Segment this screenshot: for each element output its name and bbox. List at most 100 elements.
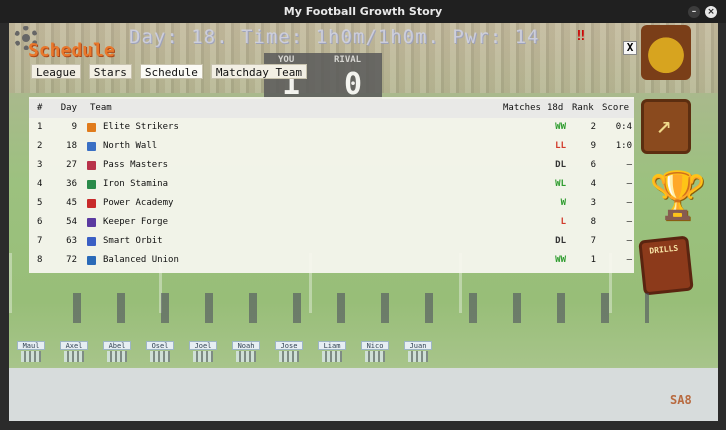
players-on-pitch	[59, 293, 649, 323]
table-row[interactable]: 8 72 Balanced Union WW 1 –	[29, 251, 634, 270]
row-day: 27	[66, 160, 77, 170]
squad-card[interactable]: Osel	[146, 341, 174, 363]
row-rank: 3	[590, 198, 596, 208]
card-stats-icon	[365, 351, 385, 362]
jersey-icon	[87, 199, 96, 208]
squad-card-name: Joel	[189, 341, 217, 350]
squad-card-name: Liam	[318, 341, 346, 350]
squad-card[interactable]: Joel	[189, 341, 217, 363]
window-title: My Football Growth Story	[283, 5, 443, 18]
close-panel-button[interactable]: X	[623, 41, 637, 55]
drills-label: DRILLS	[648, 243, 679, 256]
card-stats-icon	[236, 351, 256, 362]
row-team: North Wall	[103, 141, 158, 151]
minimize-button[interactable]: –	[688, 6, 700, 18]
row-form: WW	[555, 122, 566, 132]
tab-league[interactable]: League	[31, 64, 81, 79]
footer-code: SA8	[670, 393, 692, 407]
header-rank: Rank	[572, 103, 594, 113]
row-day: 9	[71, 122, 77, 132]
tab-stars[interactable]: Stars	[88, 64, 132, 79]
row-team: Power Academy	[103, 198, 174, 208]
squad-cards: Maul Axel Abel Osel Joel Noah Jose Liam …	[17, 341, 432, 363]
page-title: Schedule	[28, 40, 115, 61]
table-row[interactable]: 1 9 Elite Strikers WW 2 0:4	[29, 118, 634, 137]
header-num: #	[37, 103, 43, 113]
table-row[interactable]: 5 45 Power Academy W 3 –	[29, 194, 634, 213]
squad-card[interactable]: Axel	[60, 341, 88, 363]
jersey-icon	[87, 237, 96, 246]
row-day: 18	[66, 141, 77, 151]
hud-status: Day: 18. Time: 1h0m/1h0m. Pwr: 14	[129, 26, 540, 48]
jersey-icon	[87, 180, 96, 189]
tab-schedule[interactable]: Schedule	[139, 64, 203, 79]
stats-chart-icon[interactable]	[641, 99, 691, 154]
squad-card[interactable]: Liam	[318, 341, 346, 363]
header-score: Score	[602, 103, 630, 113]
close-window-button[interactable]: ×	[705, 6, 717, 18]
row-day: 72	[66, 255, 77, 265]
jersey-icon	[87, 123, 96, 132]
card-stats-icon	[193, 351, 213, 362]
row-score: –	[626, 179, 632, 189]
drills-book-icon[interactable]: DRILLS	[638, 235, 694, 296]
table-row[interactable]: 4 36 Iron Stamina WL 4 –	[29, 175, 634, 194]
card-stats-icon	[64, 351, 84, 362]
squad-card[interactable]: Juan	[404, 341, 432, 363]
jersey-icon	[87, 142, 96, 151]
alert-icon: ‼	[577, 29, 585, 44]
card-stats-icon	[150, 351, 170, 362]
row-num: 5	[37, 198, 43, 208]
row-num: 1	[37, 122, 43, 132]
table-row[interactable]: 3 27 Pass Masters DL 6 –	[29, 156, 634, 175]
tab-matchday-team[interactable]: Matchday Team	[210, 64, 307, 79]
row-score: –	[626, 217, 632, 227]
squad-card[interactable]: Jose	[275, 341, 303, 363]
header-18d: 18d	[547, 103, 564, 113]
row-score: 0:4	[615, 122, 632, 132]
row-team: Iron Stamina	[103, 179, 169, 189]
row-day: 36	[66, 179, 77, 189]
row-rank: 4	[590, 179, 596, 189]
squad-card[interactable]: Maul	[17, 341, 45, 363]
row-rank: 9	[590, 141, 596, 151]
squad-card-name: Nico	[361, 341, 389, 350]
window-titlebar: My Football Growth Story – ×	[0, 0, 726, 23]
row-form: W	[560, 198, 566, 208]
table-row[interactable]: 2 18 North Wall LL 9 1:0	[29, 137, 634, 156]
row-team: Smart Orbit	[103, 236, 163, 246]
row-team: Elite Strikers	[103, 122, 179, 132]
row-rank: 8	[590, 217, 596, 227]
row-score: 1:0	[615, 141, 632, 151]
snow-ground	[9, 368, 718, 421]
squad-card-name: Jose	[275, 341, 303, 350]
table-row[interactable]: 7 63 Smart Orbit DL 7 –	[29, 232, 634, 251]
row-rank: 2	[590, 122, 596, 132]
card-stats-icon	[107, 351, 127, 362]
table-header: # Day Team Matches 18d Rank Score	[29, 99, 634, 118]
row-team: Keeper Forge	[103, 217, 169, 227]
squad-card[interactable]: Noah	[232, 341, 260, 363]
squad-card[interactable]: Abel	[103, 341, 131, 363]
row-score: –	[626, 160, 632, 170]
tab-bar: League Stars Schedule Matchday Team	[31, 64, 307, 79]
card-stats-icon	[21, 351, 41, 362]
row-team: Balanced Union	[103, 255, 179, 265]
schedule-table: # Day Team Matches 18d Rank Score 1 9 El…	[29, 97, 634, 273]
jersey-icon	[87, 256, 96, 265]
row-team: Pass Masters	[103, 160, 169, 170]
row-num: 7	[37, 236, 43, 246]
squad-card-name: Juan	[404, 341, 432, 350]
squad-card[interactable]: Nico	[361, 341, 389, 363]
row-day: 63	[66, 236, 77, 246]
rival-label: RIVAL	[334, 55, 362, 65]
squad-card-name: Abel	[103, 341, 131, 350]
jersey-icon	[87, 161, 96, 170]
game-viewport: Day: 18. Time: 1h0m/1h0m. Pwr: 14 ‼ YOU …	[9, 23, 718, 421]
table-row[interactable]: 6 54 Keeper Forge L 8 –	[29, 213, 634, 232]
trophy-icon[interactable]: 🏆	[649, 168, 706, 223]
stadium-icon[interactable]	[641, 25, 691, 80]
header-day: Day	[60, 103, 77, 113]
row-num: 4	[37, 179, 43, 189]
row-score: –	[626, 255, 632, 265]
